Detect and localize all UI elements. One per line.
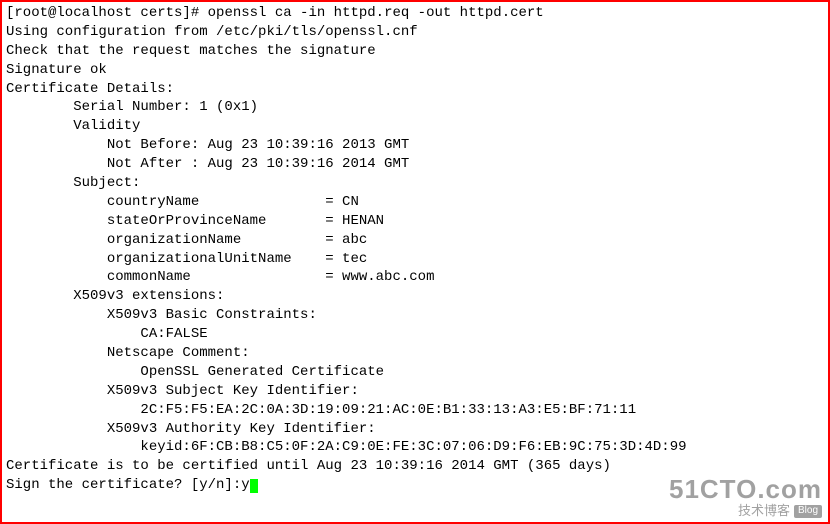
output-aki-header: X509v3 Authority Key Identifier: [6,420,824,439]
output-subj-cn: commonName = www.abc.com [6,268,824,287]
output-x509-header: X509v3 extensions: [6,287,824,306]
shell-prompt-line: [root@localhost certs]# openssl ca -in h… [6,4,824,23]
watermark-blog-badge: Blog [794,505,822,518]
watermark-sub: 技术博客 Blog [669,503,822,518]
output-subj-org: organizationName = abc [6,231,824,250]
output-subj-country: countryName = CN [6,193,824,212]
output-aki-value: keyid:6F:CB:B8:C5:0F:2A:C9:0E:FE:3C:07:0… [6,438,824,457]
output-basic-constraints: X509v3 Basic Constraints: [6,306,824,325]
output-subject-header: Subject: [6,174,824,193]
output-cert-details-header: Certificate Details: [6,80,824,99]
sign-prompt-text: Sign the certificate? [y/n]: [6,477,241,493]
output-netscape-header: Netscape Comment: [6,344,824,363]
terminal-frame: { "prompt": { "user_host": "[root@localh… [0,0,830,524]
output-not-before: Not Before: Aug 23 10:39:16 2013 GMT [6,136,824,155]
cursor-icon [250,479,258,493]
watermark-small: 技术博客 [738,503,790,518]
output-config: Using configuration from /etc/pki/tls/op… [6,23,824,42]
shell-prompt: [root@localhost certs]# [6,5,208,21]
output-cert-until: Certificate is to be certified until Aug… [6,457,824,476]
output-not-after: Not After : Aug 23 10:39:16 2014 GMT [6,155,824,174]
shell-command: openssl ca -in httpd.req -out httpd.cert [208,5,544,21]
output-ca-false: CA:FALSE [6,325,824,344]
output-subj-ou: organizationalUnitName = tec [6,250,824,269]
output-validity-header: Validity [6,117,824,136]
output-ski-header: X509v3 Subject Key Identifier: [6,382,824,401]
output-ski-value: 2C:F5:F5:EA:2C:0A:3D:19:09:21:AC:0E:B1:3… [6,401,824,420]
output-sig-ok: Signature ok [6,61,824,80]
output-serial: Serial Number: 1 (0x1) [6,98,824,117]
output-check: Check that the request matches the signa… [6,42,824,61]
output-subj-state: stateOrProvinceName = HENAN [6,212,824,231]
output-netscape-value: OpenSSL Generated Certificate [6,363,824,382]
sign-prompt-line[interactable]: Sign the certificate? [y/n]:y [6,476,824,495]
sign-input-value[interactable]: y [241,477,249,493]
